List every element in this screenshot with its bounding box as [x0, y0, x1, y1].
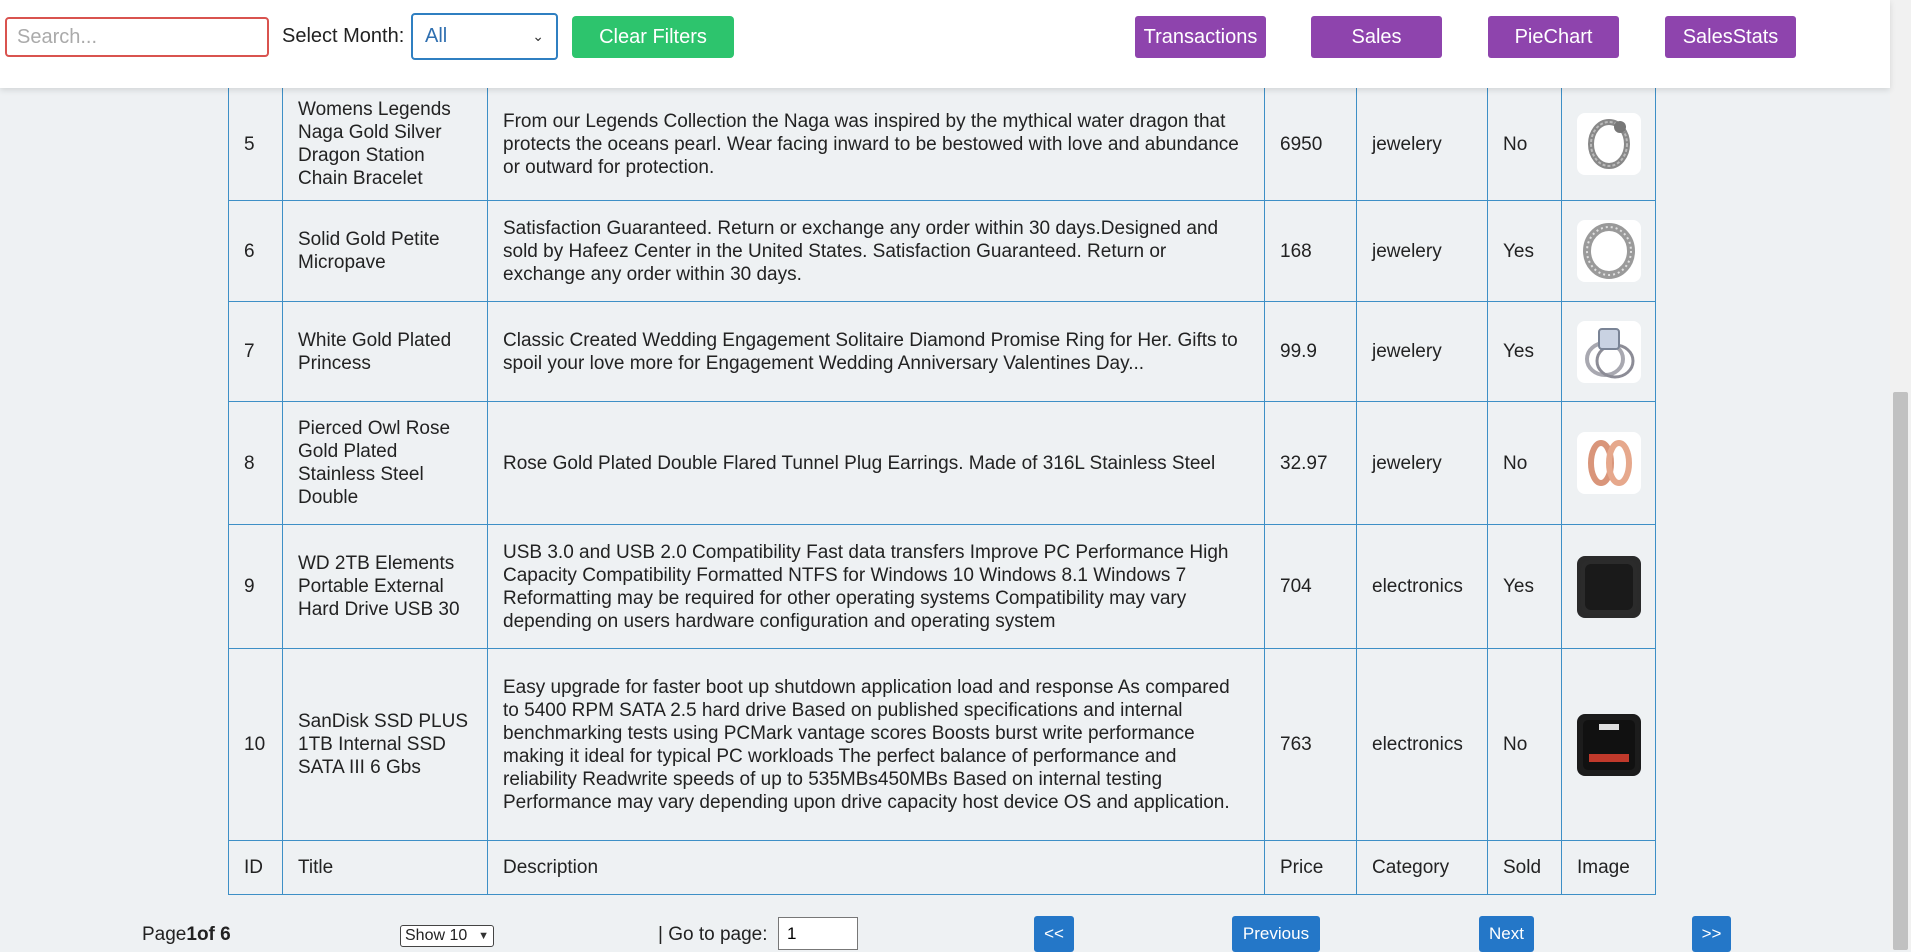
- earrings-thumbnail: [1576, 432, 1641, 494]
- cell-category: jewelery: [1356, 200, 1488, 302]
- page-prefix: Page: [142, 924, 187, 945]
- cell-description: Easy upgrade for faster boot up shutdown…: [487, 648, 1265, 841]
- hard-drive-thumbnail: [1576, 555, 1641, 618]
- table-footer-row: ID Title Description Price Category Sold…: [228, 840, 1656, 895]
- footer-description: Description: [487, 840, 1265, 895]
- footer-id: ID: [228, 840, 283, 895]
- footer-price: Price: [1264, 840, 1357, 895]
- cell-image: [1561, 648, 1656, 841]
- cell-sold: No: [1487, 401, 1562, 525]
- table-row: 8 Pierced Owl Rose Gold Plated Stainless…: [228, 401, 1656, 525]
- footer-category: Category: [1356, 840, 1488, 895]
- page-size-value: Show 10: [405, 927, 468, 944]
- next-button[interactable]: Next: [1479, 916, 1534, 952]
- cell-id: 10: [228, 648, 283, 841]
- page-current: 1: [186, 924, 197, 945]
- cell-category: jewelery: [1356, 401, 1488, 525]
- chevron-down-icon: ⌄: [532, 28, 544, 44]
- last-page-button[interactable]: >>: [1692, 916, 1731, 952]
- products-table: 5 Womens Legends Naga Gold Silver Dragon…: [228, 60, 1656, 895]
- search-input[interactable]: [5, 17, 269, 57]
- cell-price: 704: [1264, 524, 1357, 649]
- cell-description: Classic Created Wedding Engagement Solit…: [487, 301, 1265, 402]
- cell-price: 168: [1264, 200, 1357, 302]
- footer-sold: Sold: [1487, 840, 1562, 895]
- cell-image: [1561, 401, 1656, 525]
- bracelet-thumbnail: [1576, 113, 1641, 175]
- cell-description: Rose Gold Plated Double Flared Tunnel Pl…: [487, 401, 1265, 525]
- diamond-ring-thumbnail: [1576, 320, 1641, 383]
- transactions-button[interactable]: Transactions: [1135, 16, 1266, 58]
- ring-thumbnail: [1576, 220, 1641, 282]
- scrollbar-thumb[interactable]: [1893, 392, 1908, 950]
- cell-description: Satisfaction Guaranteed. Return or excha…: [487, 200, 1265, 302]
- cell-title: White Gold Plated Princess: [282, 301, 488, 402]
- page-size-select[interactable]: Show 10 ▼: [400, 925, 494, 947]
- cell-id: 6: [228, 200, 283, 302]
- cell-price: 99.9: [1264, 301, 1357, 402]
- cell-category: electronics: [1356, 524, 1488, 649]
- footer-title: Title: [282, 840, 488, 895]
- footer-image: Image: [1561, 840, 1656, 895]
- cell-price: 32.97: [1264, 401, 1357, 525]
- cell-category: jewelery: [1356, 301, 1488, 402]
- cell-image: [1561, 200, 1656, 302]
- cell-title: Pierced Owl Rose Gold Plated Stainless S…: [282, 401, 488, 525]
- salesstats-button[interactable]: SalesStats: [1665, 16, 1796, 58]
- clear-filters-button[interactable]: Clear Filters: [572, 16, 734, 58]
- chevron-down-icon: ▼: [478, 930, 489, 942]
- cell-image: [1561, 301, 1656, 402]
- page-indicator: Page1of 6: [142, 924, 231, 946]
- cell-sold: Yes: [1487, 301, 1562, 402]
- ssd-thumbnail: [1576, 713, 1641, 776]
- cell-id: 9: [228, 524, 283, 649]
- select-month-label: Select Month:: [282, 25, 405, 47]
- cell-image: [1561, 524, 1656, 649]
- piechart-button[interactable]: PieChart: [1488, 16, 1619, 58]
- page-suffix: of 6: [196, 924, 231, 945]
- cell-sold: Yes: [1487, 524, 1562, 649]
- cell-title: SanDisk SSD PLUS 1TB Internal SSD SATA I…: [282, 648, 488, 841]
- table-row: 7 White Gold Plated Princess Classic Cre…: [228, 301, 1656, 402]
- filter-toolbar: Select Month: All ⌄ Clear Filters Transa…: [0, 0, 1890, 88]
- cell-sold: No: [1487, 648, 1562, 841]
- table-row: 10 SanDisk SSD PLUS 1TB Internal SSD SAT…: [228, 648, 1656, 841]
- table-row: 6 Solid Gold Petite Micropave Satisfacti…: [228, 200, 1656, 302]
- cell-price: 763: [1264, 648, 1357, 841]
- cell-category: electronics: [1356, 648, 1488, 841]
- cell-id: 7: [228, 301, 283, 402]
- month-select[interactable]: All ⌄: [411, 13, 558, 60]
- goto-page-input[interactable]: [778, 917, 858, 950]
- cell-description: USB 3.0 and USB 2.0 Compatibility Fast d…: [487, 524, 1265, 649]
- month-select-value: All: [425, 25, 448, 47]
- sales-button[interactable]: Sales: [1311, 16, 1442, 58]
- cell-id: 8: [228, 401, 283, 525]
- first-page-button[interactable]: <<: [1034, 916, 1074, 952]
- cell-title: WD 2TB Elements Portable External Hard D…: [282, 524, 488, 649]
- cell-title: Solid Gold Petite Micropave: [282, 200, 488, 302]
- previous-button[interactable]: Previous: [1232, 916, 1320, 952]
- goto-label: | Go to page:: [658, 924, 768, 945]
- cell-sold: Yes: [1487, 200, 1562, 302]
- table-row: 9 WD 2TB Elements Portable External Hard…: [228, 524, 1656, 649]
